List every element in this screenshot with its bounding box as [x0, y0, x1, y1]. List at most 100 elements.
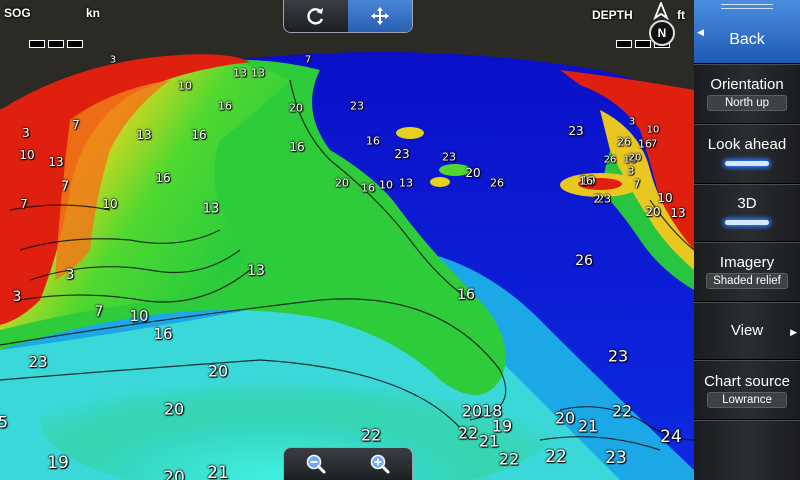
- depth-sounding-label: 7: [60, 179, 70, 195]
- depth-sounding-label: 26: [603, 154, 617, 166]
- view-label: View: [730, 322, 764, 339]
- depth-sounding-label: 16: [457, 287, 475, 303]
- depth-sounding-label: 20: [207, 361, 229, 381]
- look-ahead-menu-item[interactable]: Look ahead: [694, 124, 800, 184]
- pan-button[interactable]: [348, 0, 412, 32]
- depth-sounding-label: 3: [22, 126, 30, 140]
- depth-sounding-label: 13: [48, 155, 64, 169]
- chart-3d-view[interactable]: 3 13 10 7 13 16 20 23 3 7 10 13 13 16 16 16 23 23 20 26 7 16 1…: [0, 0, 694, 480]
- zoom-out-button[interactable]: [284, 448, 348, 480]
- depth-sounding-label: 10: [657, 191, 673, 205]
- depth-sounding-label: 13: [670, 206, 686, 220]
- depth-label: DEPTH: [592, 8, 633, 22]
- shaded-relief-map[interactable]: [0, 0, 694, 480]
- depth-sounding-label: 7: [72, 118, 80, 132]
- depth-sounding-label: 16: [191, 128, 207, 142]
- depth-sounding-label: 20: [335, 176, 349, 190]
- depth-sounding-label: 3: [65, 267, 75, 283]
- orientation-menu-item[interactable]: Orientation North up: [694, 64, 800, 124]
- depth-sounding-label: 16: [366, 134, 380, 148]
- depth-sounding-label: 7: [94, 304, 104, 320]
- 3d-toggle-indicator: [725, 220, 769, 225]
- depth-sounding-label: 16: [361, 181, 375, 195]
- 3d-menu-item[interactable]: 3D: [694, 184, 800, 242]
- map-mode-toolbar: [283, 0, 413, 33]
- depth-sounding-label: 13: [136, 128, 152, 142]
- depth-sounding-label: 10: [646, 124, 660, 136]
- depth-sounding-label: 26: [490, 176, 504, 190]
- zoom-out-icon: [306, 454, 326, 474]
- depth-sounding-label: 21: [207, 463, 229, 480]
- depth-sounding-label: 10: [129, 307, 149, 325]
- view-menu-item[interactable]: View ▶: [694, 302, 800, 360]
- depth-sounding-label: 13: [202, 201, 220, 217]
- orientation-value: North up: [707, 95, 787, 111]
- depth-sounding-label: 16: [638, 137, 652, 151]
- sidebar-empty-slot: [694, 420, 800, 480]
- back-label: Back: [729, 31, 765, 48]
- depth-sounding-label: 22: [360, 425, 382, 445]
- depth-sounding-label: 13: [399, 176, 413, 190]
- depth-sounding-label: 3: [109, 54, 117, 66]
- depth-sounding-label: 21: [478, 431, 500, 451]
- depth-sounding-label: 21: [577, 416, 599, 436]
- depth-sounding-label: 13: [247, 263, 265, 279]
- depth-sounding-label: 16: [289, 140, 305, 154]
- chart-source-value: Lowrance: [707, 392, 787, 408]
- imagery-menu-item[interactable]: Imagery Shaded relief: [694, 242, 800, 302]
- chart-source-menu-item[interactable]: Chart source Lowrance: [694, 360, 800, 420]
- depth-sounding-label: 20: [289, 101, 303, 115]
- chart-source-label: Chart source: [704, 373, 790, 390]
- north-arrow-icon: [653, 2, 669, 20]
- submenu-arrow-icon: ▶: [790, 327, 797, 337]
- depth-sounding-label: 23: [350, 99, 364, 113]
- shoal: [430, 177, 450, 187]
- depth-sounding-label: 10: [19, 148, 35, 162]
- zoom-in-button[interactable]: [348, 448, 412, 480]
- depth-sounding-label: 20: [554, 408, 576, 428]
- pan-move-icon: [371, 7, 389, 25]
- north-up-indicator[interactable]: N: [649, 20, 675, 46]
- depth-sounding-label: 20: [163, 399, 185, 419]
- depth-sounding-label: 20: [163, 468, 185, 480]
- rotate-button[interactable]: [284, 0, 348, 32]
- depth-sounding-label: 3: [627, 164, 635, 178]
- chart-menu-sidebar: ◀ Back Orientation North up Look ahead 3…: [694, 0, 800, 480]
- depth-sounding-label: 20: [628, 152, 642, 164]
- depth-sounding-label: 3: [628, 116, 636, 128]
- depth-sounding-label: 26: [575, 253, 593, 269]
- depth-sounding-label: 3: [12, 289, 22, 305]
- imagery-value: Shaded relief: [706, 273, 788, 289]
- depth-sounding-label: 16: [155, 171, 171, 185]
- zoom-controls: [283, 447, 413, 480]
- back-button[interactable]: ◀ Back: [694, 0, 800, 64]
- rotate-icon: [307, 8, 324, 25]
- depth-sounding-label: 23: [394, 147, 410, 161]
- depth-sounding-label: 23: [605, 448, 627, 468]
- zoom-in-icon: [370, 454, 390, 474]
- depth-sounding-label: 16: [218, 99, 232, 113]
- depth-sounding-label: 7: [20, 197, 28, 211]
- depth-sounding-label: 26: [617, 135, 631, 149]
- speed-unit: kn: [86, 6, 101, 20]
- depth-sounding-label: 13: [251, 66, 265, 80]
- depth-sounding-label: 16: [153, 325, 173, 343]
- look-ahead-toggle-indicator: [725, 161, 769, 166]
- sog-label: SOG: [4, 6, 31, 20]
- depth-sounding-label: 20: [645, 205, 661, 219]
- depth-sounding-label: 22: [545, 447, 567, 467]
- depth-sounding-label: 19: [47, 453, 69, 473]
- 3d-label: 3D: [737, 195, 757, 212]
- depth-sounding-label: 2: [593, 192, 601, 206]
- depth-sounding-label: 5: [0, 412, 9, 432]
- depth-sounding-label: 22: [498, 449, 520, 469]
- sog-value-placeholder: [29, 40, 83, 48]
- imagery-label: Imagery: [719, 254, 775, 271]
- depth-unit: ft: [677, 8, 685, 22]
- depth-sounding-label: 24: [660, 427, 682, 447]
- depth-sounding-label: 16: [579, 174, 593, 188]
- drag-handle[interactable]: [721, 4, 773, 9]
- depth-sounding-label: 7: [633, 177, 641, 191]
- depth-sounding-label: 20: [465, 166, 481, 180]
- depth-sounding-label: 23: [607, 346, 629, 366]
